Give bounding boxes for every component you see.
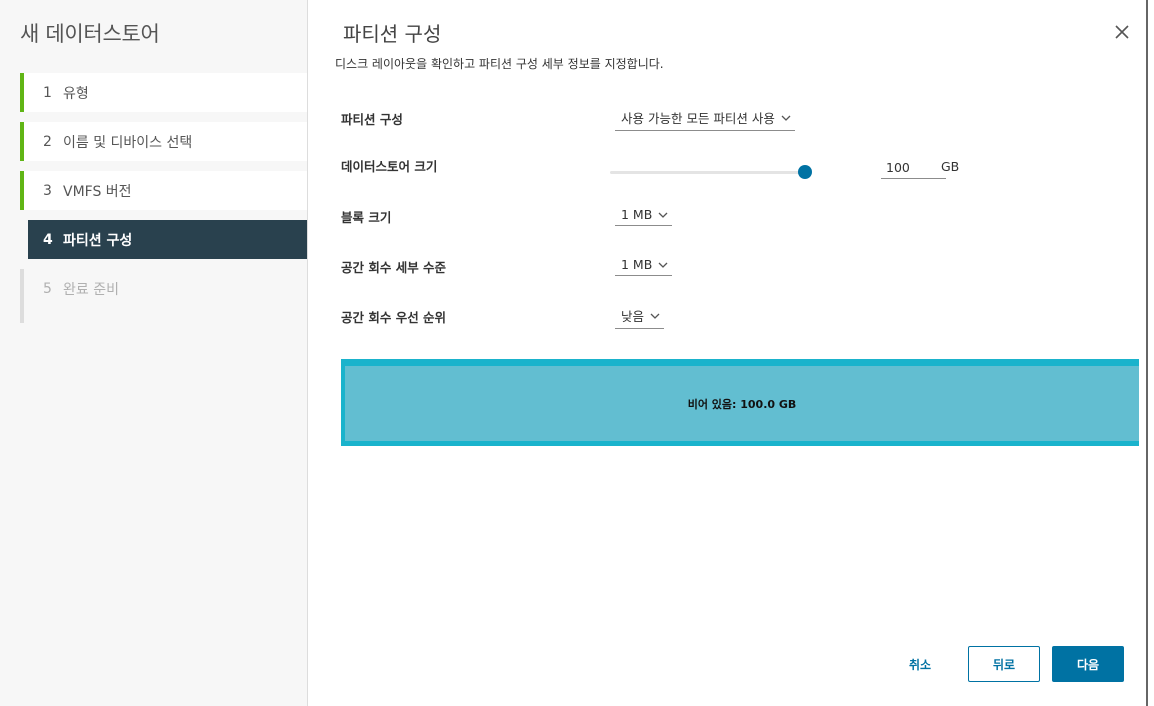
step-name-device[interactable]: 2 이름 및 디바이스 선택 — [20, 122, 307, 161]
select-value: 1 MB — [621, 257, 653, 272]
partition-layout-bar: 비어 있음: 100.0 GB — [341, 359, 1139, 446]
size-unit: GB — [941, 159, 960, 174]
size-slider-handle[interactable] — [798, 165, 812, 179]
partition-config-label: 파티션 구성 — [341, 112, 403, 127]
wizard-content: 파티션 구성 디스크 레이아웃을 확인하고 파티션 구성 세부 정보를 지정합니… — [308, 0, 1154, 706]
scrollbar[interactable] — [1146, 0, 1148, 706]
chevron-down-icon — [658, 212, 668, 218]
step-number: 1 — [43, 84, 52, 101]
datastore-size-input[interactable] — [881, 156, 946, 179]
reclaim-granularity-label: 공간 회수 세부 수준 — [341, 260, 447, 275]
step-type[interactable]: 1 유형 — [20, 73, 307, 112]
partition-config-select[interactable]: 사용 가능한 모든 파티션 사용 — [615, 108, 795, 131]
datastore-size-label: 데이터스토어 크기 — [341, 159, 438, 174]
wizard-sidebar: 새 데이터스토어 1 유형 2 이름 및 디바이스 선택 3 VMFS 버전 4… — [0, 0, 308, 706]
step-label: 파티션 구성 — [63, 232, 133, 249]
reclaim-priority-label: 공간 회수 우선 순위 — [341, 310, 447, 325]
step-partition-config[interactable]: 4 파티션 구성 — [24, 220, 307, 259]
next-button[interactable]: 다음 — [1052, 646, 1124, 682]
chevron-down-icon — [658, 262, 668, 268]
select-value: 1 MB — [621, 207, 653, 222]
reclaim-priority-select[interactable]: 낮음 — [615, 306, 665, 329]
step-label: 유형 — [63, 85, 89, 102]
reclaim-granularity-select[interactable]: 1 MB — [615, 257, 673, 276]
free-space-segment: 비어 있음: 100.0 GB — [345, 366, 1139, 441]
step-number: 5 — [43, 280, 52, 297]
wizard-title: 새 데이터스토어 — [20, 22, 160, 46]
step-vmfs-version[interactable]: 3 VMFS 버전 — [20, 171, 307, 210]
block-size-label: 블록 크기 — [341, 210, 392, 225]
block-size-select[interactable]: 1 MB — [615, 207, 673, 226]
chevron-down-icon — [781, 115, 791, 121]
size-slider-track[interactable] — [610, 171, 805, 174]
page-title: 파티션 구성 — [343, 22, 442, 46]
free-space-label: 비어 있음: 100.0 GB — [687, 397, 797, 411]
step-ready-to-complete: 5 완료 준비 — [20, 269, 307, 308]
step-rail-tail — [20, 308, 307, 323]
back-button[interactable]: 뒤로 — [968, 646, 1040, 682]
step-label: 이름 및 디바이스 선택 — [63, 134, 193, 151]
page-subtitle: 디스크 레이아웃을 확인하고 파티션 구성 세부 정보를 지정합니다. — [335, 57, 664, 71]
wizard-steps: 1 유형 2 이름 및 디바이스 선택 3 VMFS 버전 4 파티션 구성 5… — [20, 73, 307, 333]
step-number: 3 — [43, 182, 52, 199]
step-label: VMFS 버전 — [63, 183, 132, 200]
step-label: 완료 준비 — [63, 281, 119, 298]
chevron-down-icon — [650, 313, 660, 319]
select-value: 사용 가능한 모든 파티션 사용 — [621, 111, 775, 126]
close-icon[interactable] — [1114, 24, 1130, 40]
step-number: 2 — [43, 133, 52, 150]
select-value: 낮음 — [621, 309, 645, 324]
cancel-button[interactable]: 취소 — [898, 646, 942, 682]
step-number: 4 — [43, 231, 53, 248]
